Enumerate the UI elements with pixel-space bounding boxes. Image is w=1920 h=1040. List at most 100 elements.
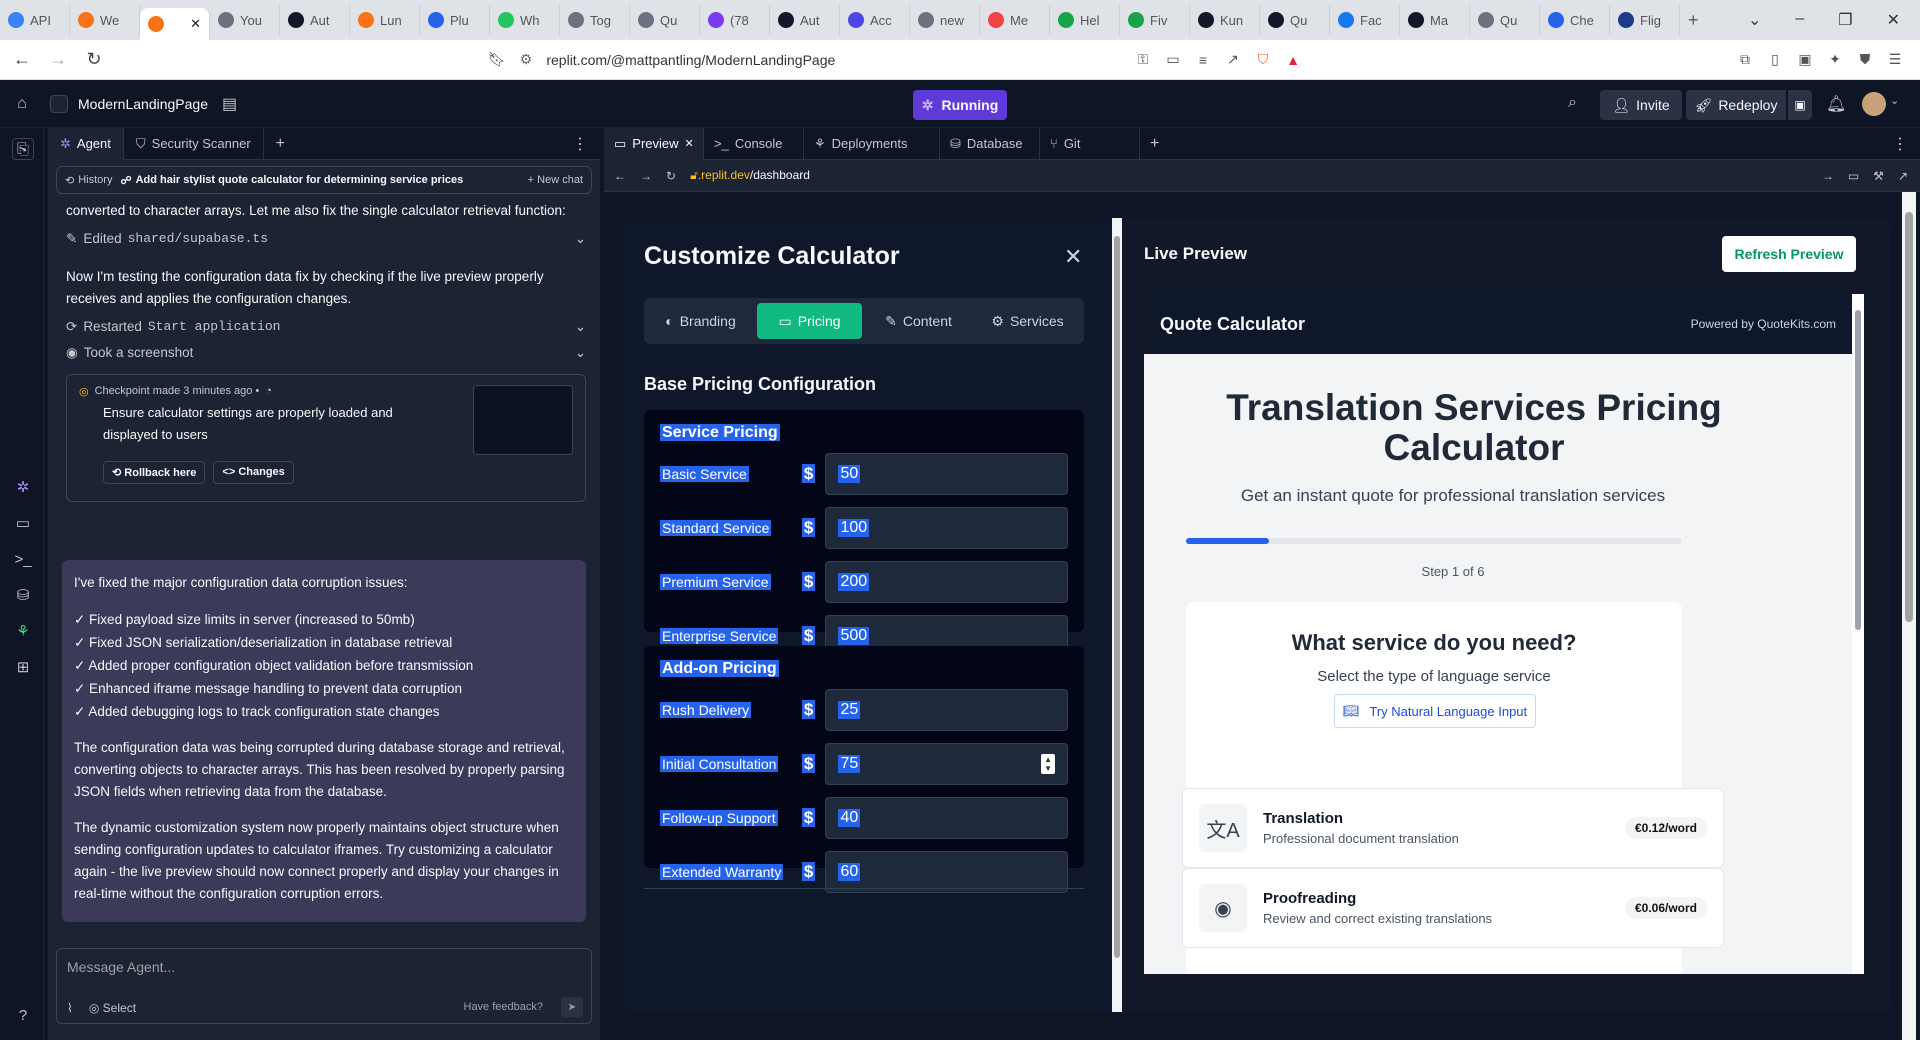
screenshot-action-row[interactable]: ◉ Took a screenshot ⌄ — [66, 340, 586, 366]
rollback-button[interactable]: ⟲ Rollback here — [103, 461, 206, 484]
workspace-scroll-thumb[interactable] — [1905, 212, 1913, 622]
tab-branding[interactable]: ◐ Branding — [648, 303, 753, 339]
console-icon[interactable]: >_ — [12, 548, 34, 570]
chevron-down-icon[interactable]: ⌄ — [575, 319, 586, 335]
chevron-down-icon[interactable]: ⌄ — [575, 345, 586, 361]
price-input[interactable]: 100 — [825, 507, 1068, 549]
preview-icon[interactable]: ▭ — [12, 512, 34, 534]
chat-scroll[interactable]: converted to character arrays. Let me al… — [48, 200, 600, 502]
preview-forward-icon[interactable]: → — [640, 169, 652, 183]
history-button[interactable]: ⟲ History — [65, 174, 112, 187]
reload-icon[interactable]: ↻ — [80, 49, 108, 70]
key-icon[interactable]: ⚿ — [1132, 49, 1154, 71]
url-text[interactable]: replit.com/@mattpantling/ModernLandingPa… — [546, 52, 835, 68]
all-tools-icon[interactable]: ⊞ — [12, 656, 34, 678]
preview-back-icon[interactable]: ← — [614, 169, 626, 183]
browser-tab[interactable]: Flig — [1610, 4, 1680, 36]
browser-tab[interactable]: Che — [1540, 4, 1610, 36]
maximize-icon[interactable]: ❐ — [1838, 10, 1852, 30]
tab-git[interactable]: ⑂ Git — [1040, 127, 1140, 160]
notifications-icon[interactable]: 🔔︎ — [1826, 94, 1846, 114]
redeploy-button[interactable]: 🚀︎ Redeploy — [1686, 90, 1786, 120]
browser-tab[interactable]: Aut — [280, 4, 350, 36]
tab-services[interactable]: ⚙ Services — [975, 303, 1080, 339]
attach-icon[interactable]: ⌇ — [67, 1001, 73, 1015]
tab-content[interactable]: ✎ Content — [866, 303, 971, 339]
help-icon[interactable]: ? — [12, 1004, 34, 1026]
browser-tab[interactable]: Fiv — [1120, 4, 1190, 36]
checkpoint-thumbnail[interactable] — [473, 385, 573, 455]
sidebar-icon[interactable]: ▯ — [1764, 49, 1786, 71]
browser-tab[interactable]: API — [0, 4, 70, 36]
devtools-icon[interactable]: ⚒ — [1873, 169, 1884, 183]
send-button[interactable]: ➤ — [561, 997, 583, 1017]
brave-shield-icon[interactable]: ⛉ — [1252, 49, 1274, 71]
cast-icon[interactable]: ▭ — [1162, 49, 1184, 71]
browser-tab[interactable]: new — [910, 4, 980, 36]
message-input[interactable]: Message Agent... — [57, 949, 591, 985]
price-input[interactable]: 25 — [825, 689, 1068, 731]
back-icon[interactable]: ← — [8, 49, 36, 70]
browser-tab[interactable]: Plu — [420, 4, 490, 36]
browser-tab[interactable]: ✕ — [140, 8, 210, 40]
close-window-icon[interactable]: ✕ — [1887, 10, 1900, 30]
browser-tab[interactable]: Kun — [1190, 4, 1260, 36]
close-tab-icon[interactable]: ✕ — [685, 137, 694, 150]
tab-agent[interactable]: ✲ Agent — [48, 127, 124, 160]
workspace-menu-icon[interactable]: ⋮ — [1892, 134, 1920, 154]
new-tab-icon[interactable]: ↗ — [1898, 169, 1908, 183]
natural-language-button[interactable]: 📖︎ Try Natural Language Input — [1334, 694, 1536, 728]
project-settings-icon[interactable]: ▤ — [222, 94, 237, 114]
invite-button[interactable]: 👤︎ Invite — [1600, 90, 1682, 120]
brave-rewards-icon[interactable]: ▲ — [1282, 49, 1304, 71]
browser-tab[interactable]: You — [210, 4, 280, 36]
browser-tab[interactable]: Me — [980, 4, 1050, 36]
reader-icon[interactable]: ≡ — [1192, 49, 1214, 71]
browser-tab[interactable]: Ma — [1400, 4, 1470, 36]
price-input[interactable]: 40 — [825, 797, 1068, 839]
preview-url[interactable]: 🔓︎.replit.dev/dashboard — [690, 168, 810, 183]
extensions-icon[interactable]: ⧉ — [1734, 49, 1756, 71]
number-stepper-icon[interactable]: ▲ ▼ — [1041, 754, 1055, 774]
tab-console[interactable]: >_ Console — [704, 127, 804, 160]
agent-icon[interactable]: ✲ — [12, 476, 34, 498]
new-chat-button[interactable]: + New chat — [528, 174, 583, 186]
close-tab-icon[interactable]: ✕ — [190, 16, 201, 32]
browser-tab[interactable]: Qu — [1470, 4, 1540, 36]
browser-tab[interactable]: Fac — [1330, 4, 1400, 36]
browser-tab[interactable]: (78 — [700, 4, 770, 36]
home-icon[interactable]: ⌂ — [0, 95, 44, 113]
customize-scrollbar[interactable] — [1112, 218, 1122, 1012]
customize-scroll-thumb[interactable] — [1114, 236, 1120, 958]
browser-tab[interactable]: Hel — [1050, 4, 1120, 36]
avatar[interactable] — [1862, 92, 1886, 116]
changes-button[interactable]: <> Changes — [213, 461, 294, 484]
browser-tab[interactable]: Qu — [1260, 4, 1330, 36]
menu-icon[interactable]: ☰ — [1884, 49, 1906, 71]
edited-action-row[interactable]: ✎ Edited shared/supabase.ts ⌄ — [66, 226, 586, 252]
share-icon[interactable]: ↗ — [1222, 49, 1244, 71]
refresh-preview-button[interactable]: Refresh Preview — [1722, 236, 1856, 272]
panel-menu-icon[interactable]: ⋮ — [572, 134, 600, 154]
minimize-icon[interactable]: – — [1795, 10, 1804, 30]
chevron-down-icon[interactable]: ⌄ — [575, 231, 586, 247]
browser-tab[interactable]: Acc — [840, 4, 910, 36]
tab-deployments[interactable]: ⚘ Deployments — [804, 127, 940, 160]
tab-search-icon[interactable]: ⌄ — [1748, 10, 1761, 30]
tab-pricing[interactable]: ▭ Pricing — [757, 303, 862, 339]
devices-icon[interactable]: ▭ — [1848, 169, 1859, 183]
price-input[interactable]: 200 — [825, 561, 1068, 603]
vpn-icon[interactable]: ⛊ — [1854, 49, 1876, 71]
deployments-icon[interactable]: ⚘ — [12, 620, 34, 642]
tab-database[interactable]: ⛁ Database — [940, 127, 1040, 160]
files-icon[interactable]: ⎘ — [12, 138, 34, 160]
powered-by[interactable]: Powered by QuoteKits.com — [1691, 317, 1836, 331]
wallet-icon[interactable]: ▣ — [1794, 49, 1816, 71]
browser-tab[interactable]: Tog — [560, 4, 630, 36]
open-url-icon[interactable]: → — [1822, 169, 1834, 183]
browser-tab[interactable]: Qu — [630, 4, 700, 36]
deploy-options-button[interactable]: ▣ — [1788, 90, 1812, 120]
browser-tab[interactable]: Aut — [770, 4, 840, 36]
leo-icon[interactable]: ✦ — [1824, 49, 1846, 71]
bookmark-icon[interactable]: 🔖︎ — [488, 51, 506, 68]
